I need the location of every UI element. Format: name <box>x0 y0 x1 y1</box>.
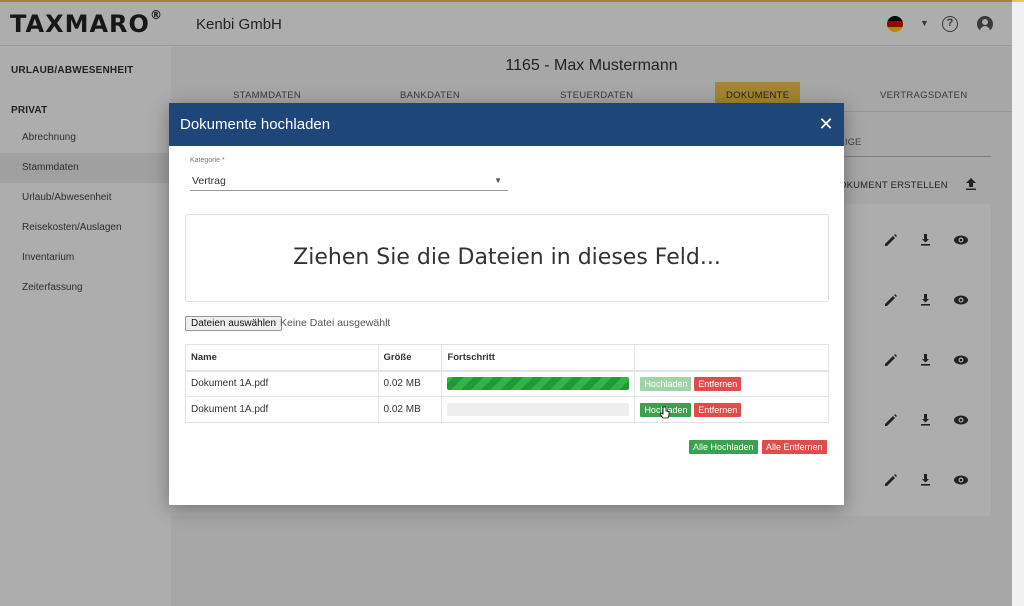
upload-all-button[interactable]: Alle Hochladen <box>689 440 758 454</box>
file-size: 0.02 MB <box>377 396 443 423</box>
category-label: Kategorie * <box>190 157 225 164</box>
column-header-name: Name <box>185 344 379 371</box>
close-icon[interactable]: ✕ <box>817 115 835 133</box>
dialog-header: Dokumente hochladen ✕ <box>169 103 844 146</box>
dialog-title: Dokumente hochladen <box>180 116 331 133</box>
upload-button[interactable]: Hochladen <box>640 376 692 391</box>
bulk-actions: Alle Hochladen Alle Entfernen <box>689 437 827 455</box>
category-select[interactable]: Vertrag ▼ <box>190 172 508 191</box>
remove-button[interactable]: Entfernen <box>694 402 742 417</box>
column-header-progress: Fortschritt <box>441 344 636 371</box>
choose-files-button[interactable]: Dateien auswählen <box>185 316 283 331</box>
upload-queue-table: Name Größe Fortschritt Dokument 1A.pdf 0… <box>185 344 829 423</box>
table-header-row: Name Größe Fortschritt <box>185 344 829 371</box>
category-value: Vertrag <box>192 175 226 187</box>
column-header-size: Größe <box>377 344 443 371</box>
progress-bar <box>447 403 630 416</box>
progress-fill <box>447 377 630 391</box>
column-header-actions <box>634 344 829 371</box>
table-row: Dokument 1A.pdf 0.02 MB Hochladen Entfer… <box>185 370 829 397</box>
file-size: 0.02 MB <box>377 370 443 397</box>
row-actions: Hochladen Entfernen <box>634 370 829 397</box>
progress-cell <box>441 396 636 423</box>
file-name: Dokument 1A.pdf <box>185 396 379 423</box>
upload-dialog: Dokumente hochladen ✕ Kategorie * Vertra… <box>169 103 844 505</box>
progress-bar <box>447 377 630 391</box>
remove-all-button[interactable]: Alle Entfernen <box>762 440 827 454</box>
page-scrollbar[interactable] <box>1012 2 1024 606</box>
dropdown-arrow-icon[interactable]: ▼ <box>494 172 502 190</box>
remove-button[interactable]: Entfernen <box>694 376 742 391</box>
progress-cell <box>441 370 636 397</box>
file-name: Dokument 1A.pdf <box>185 370 379 397</box>
table-row: Dokument 1A.pdf 0.02 MB Hochladen Entfer… <box>185 396 829 423</box>
no-file-text: Keine Datei ausgewählt <box>280 317 391 329</box>
hand-cursor-icon <box>660 406 670 419</box>
file-dropzone[interactable]: Ziehen Sie die Dateien in dieses Feld... <box>185 214 829 302</box>
